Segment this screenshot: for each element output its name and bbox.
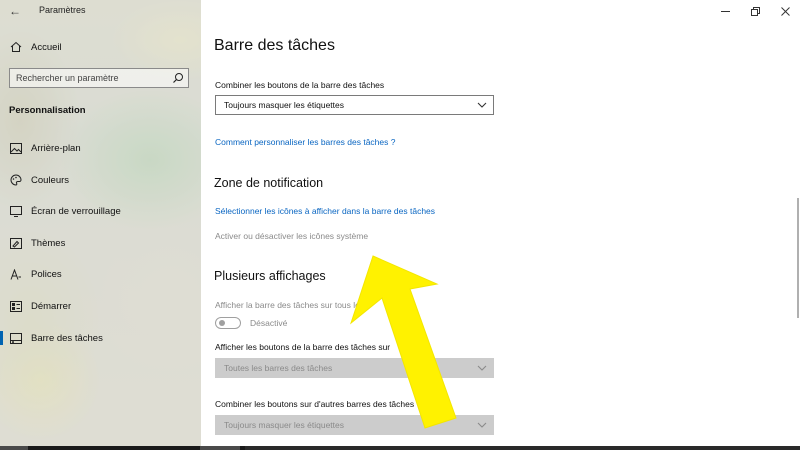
sidebar-item-label: Thèmes bbox=[31, 237, 66, 249]
sidebar-item-colors[interactable]: Couleurs bbox=[0, 169, 201, 191]
combine-other-label: Combiner les boutons sur d'autres barres… bbox=[215, 399, 415, 409]
sidebar-item-label: Écran de verrouillage bbox=[31, 205, 121, 217]
app-title: Paramètres bbox=[39, 5, 86, 15]
show-taskbar-all-displays-label: Afficher la barre des tâches sur tous le… bbox=[215, 300, 365, 310]
scrollbar[interactable] bbox=[797, 198, 799, 318]
minimize-icon[interactable] bbox=[710, 0, 740, 22]
show-buttons-on-dropdown[interactable]: Toutes les barres des tâches bbox=[215, 358, 494, 378]
dropdown-value: Toujours masquer les étiquettes bbox=[224, 100, 345, 110]
chevron-down-icon bbox=[477, 102, 487, 108]
palette-icon bbox=[9, 173, 23, 187]
content-pane: Barre des tâches Combiner les boutons de… bbox=[201, 0, 800, 450]
combine-buttons-label: Combiner les boutons de la barre des tâc… bbox=[215, 80, 385, 90]
settings-window: ← Paramètres Accueil Personnalisation bbox=[0, 0, 800, 450]
search-input[interactable] bbox=[16, 71, 166, 85]
picture-icon bbox=[9, 141, 23, 155]
search-box[interactable] bbox=[9, 68, 189, 88]
taskbar-segment bbox=[200, 446, 240, 450]
search-icon[interactable] bbox=[172, 72, 184, 84]
chevron-down-icon bbox=[477, 365, 487, 371]
system-icons-link[interactable]: Activer ou désactiver les icônes système bbox=[215, 231, 368, 241]
home-icon bbox=[9, 40, 23, 54]
close-icon[interactable] bbox=[770, 0, 800, 22]
taskbar-icon bbox=[9, 331, 23, 345]
sidebar-item-themes[interactable]: Thèmes bbox=[0, 232, 201, 254]
dropdown-value: Toujours masquer les étiquettes bbox=[224, 420, 345, 430]
sidebar-item-fonts[interactable]: Polices bbox=[0, 263, 201, 285]
start-icon bbox=[9, 299, 23, 313]
select-icons-link[interactable]: Sélectionner les icônes à afficher dans … bbox=[215, 206, 435, 216]
sidebar-item-label: Polices bbox=[31, 268, 62, 280]
sidebar-item-label: Arrière-plan bbox=[31, 142, 81, 154]
customize-taskbars-link[interactable]: Comment personnaliser les barres des tâc… bbox=[215, 137, 395, 147]
toggle-knob bbox=[219, 320, 225, 326]
sidebar-item-taskbar[interactable]: Barre des tâches bbox=[0, 327, 201, 349]
title-bar: ← Paramètres bbox=[0, 0, 201, 22]
show-buttons-on-label: Afficher les boutons de la barre des tâc… bbox=[215, 342, 391, 352]
show-taskbar-all-displays-toggle[interactable] bbox=[215, 317, 241, 329]
font-icon bbox=[9, 267, 23, 281]
notification-area-heading: Zone de notification bbox=[214, 176, 324, 190]
combine-other-dropdown[interactable]: Toujours masquer les étiquettes bbox=[215, 415, 494, 435]
taskbar-segment bbox=[0, 446, 28, 450]
back-arrow-icon[interactable]: ← bbox=[8, 4, 22, 18]
dropdown-value: Toutes les barres des tâches bbox=[224, 363, 333, 373]
sidebar-item-start[interactable]: Démarrer bbox=[0, 295, 201, 317]
sidebar-item-lock-screen[interactable]: Écran de verrouillage bbox=[0, 200, 201, 222]
combine-buttons-dropdown[interactable]: Toujours masquer les étiquettes bbox=[215, 95, 494, 115]
toggle-state-label: Désactivé bbox=[250, 318, 288, 328]
multiple-displays-heading: Plusieurs affichages bbox=[214, 269, 326, 283]
os-taskbar-strip bbox=[0, 446, 800, 450]
page-title: Barre des tâches bbox=[214, 37, 335, 54]
sidebar-item-home[interactable]: Accueil bbox=[0, 36, 201, 58]
sidebar-item-background[interactable]: Arrière-plan bbox=[0, 137, 201, 159]
sidebar-item-label: Démarrer bbox=[31, 300, 72, 312]
section-heading: Personnalisation bbox=[9, 105, 86, 116]
sidebar: ← Paramètres Accueil Personnalisation bbox=[0, 0, 201, 450]
taskbar-segment bbox=[245, 446, 800, 450]
window-controls bbox=[710, 0, 800, 22]
sidebar-item-label: Couleurs bbox=[31, 174, 70, 186]
brush-icon bbox=[9, 236, 23, 250]
chevron-down-icon bbox=[477, 422, 487, 428]
lock-screen-icon bbox=[9, 204, 23, 218]
sidebar-item-label: Accueil bbox=[31, 41, 62, 53]
restore-icon[interactable] bbox=[740, 0, 770, 22]
sidebar-item-label: Barre des tâches bbox=[31, 332, 103, 344]
